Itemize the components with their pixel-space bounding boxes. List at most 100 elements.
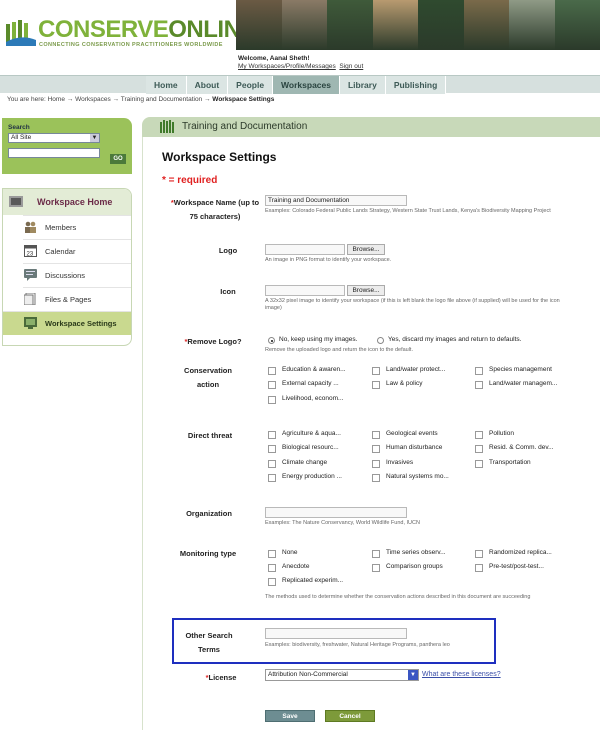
sidebar-item-discussions[interactable]: Discussions [23, 263, 131, 287]
nav-tab-people[interactable]: People [228, 76, 274, 94]
banner-photo [281, 0, 327, 50]
license-help-link[interactable]: What are these licenses? [422, 671, 501, 678]
header-photo-banner [236, 0, 600, 50]
nav-tab-home[interactable]: Home [146, 76, 187, 94]
cancel-button[interactable]: Cancel [325, 710, 375, 722]
direct-threat-label: Direct threat [187, 431, 233, 440]
logo-file-input[interactable] [265, 244, 345, 255]
nav-tab-library[interactable]: Library [339, 76, 386, 94]
conservation-action-checkbox[interactable] [268, 381, 276, 389]
monitoring-type-checkbox[interactable] [268, 564, 276, 572]
breadcrumb-home[interactable]: Home [48, 96, 65, 103]
main-nav: Home About People Workspaces Library Pub… [0, 75, 600, 94]
nav-tab-publishing[interactable]: Publishing [385, 76, 447, 94]
icon-browse-button[interactable]: Browse... [347, 285, 385, 296]
nav-tab-about[interactable]: About [186, 76, 229, 94]
direct-threat-option-label: Natural systems mo... [386, 473, 449, 480]
conservation-action-checkbox[interactable] [475, 381, 483, 389]
breadcrumb-training[interactable]: Training and Documentation [121, 96, 202, 103]
conservation-action-checkbox[interactable] [268, 396, 276, 404]
direct-threat-checkbox[interactable] [372, 431, 380, 439]
conservation-action-option-label: External capacity ... [282, 380, 339, 387]
license-select[interactable]: Attribution Non-Commercial ▼ [265, 669, 419, 681]
icon-file-input[interactable] [265, 285, 345, 296]
direct-threat-option-label: Human disturbance [386, 444, 443, 451]
remove-logo-yes-label: Yes, discard my images and return to def… [388, 336, 522, 343]
direct-threat-option-label: Transportation [489, 459, 531, 466]
direct-threat-checkbox[interactable] [475, 431, 483, 439]
save-button[interactable]: Save [265, 710, 315, 722]
monitoring-type-checkbox[interactable] [475, 564, 483, 572]
remove-logo-no-label: No, keep using my images. [279, 336, 358, 343]
nav-tab-workspaces[interactable]: Workspaces [273, 76, 340, 94]
workspace-name-hint: Examples: Colorado Federal Public Lands … [265, 208, 551, 214]
remove-logo-hint: Remove the uploaded logo and return the … [265, 347, 413, 353]
direct-threat-checkbox[interactable] [372, 460, 380, 468]
direct-threat-checkbox[interactable] [372, 474, 380, 482]
direct-threat-option-label: Agriculture & aqua... [282, 430, 341, 437]
site-logo[interactable]: CONSERVEONLINE [38, 16, 256, 44]
monitoring-type-option-label: Comparison groups [386, 563, 443, 570]
conservation-action-option-label: Land/water managem... [489, 380, 558, 387]
logo-label: Logo [218, 246, 238, 255]
other-search-terms-input[interactable] [265, 628, 407, 639]
remove-logo-no-radio[interactable] [268, 337, 275, 344]
direct-threat-checkbox[interactable] [268, 445, 276, 453]
logo-bars-icon [6, 20, 36, 46]
workspace-name-label: *Workspace Name (up to 75 characters) [170, 198, 260, 221]
monitoring-type-option-label: None [282, 549, 298, 556]
direct-threat-checkbox[interactable] [475, 460, 483, 468]
breadcrumb: You are here: Home → Workspaces → Traini… [7, 96, 275, 103]
logo-browse-button[interactable]: Browse... [347, 244, 385, 255]
page-title: Workspace Settings [162, 150, 277, 164]
direct-threat-checkbox[interactable] [372, 445, 380, 453]
breadcrumb-workspaces[interactable]: Workspaces [75, 96, 111, 103]
other-search-terms-label: Other Search Terms [185, 631, 233, 654]
members-icon [25, 221, 36, 233]
monitoring-type-option-label: Replicated experim... [282, 577, 344, 584]
search-input[interactable] [8, 148, 100, 158]
chevron-down-icon: ▼ [90, 134, 99, 142]
search-scope-select[interactable]: All Site ▼ [8, 133, 100, 143]
conservation-action-option-label: Species management [489, 366, 552, 373]
search-go-button[interactable]: GO [110, 154, 126, 164]
welcome-text: Welcome, Aanal Sheth! [238, 55, 310, 62]
sign-out-link[interactable]: Sign out [339, 63, 363, 70]
conservation-action-checkbox[interactable] [475, 367, 483, 375]
my-account-link[interactable]: My Workspaces/Profile/Messages [238, 63, 336, 70]
conservation-action-checkbox[interactable] [372, 367, 380, 375]
files-icon [24, 293, 36, 305]
banner-photo [372, 0, 418, 50]
banner-photo [236, 0, 282, 50]
direct-threat-checkbox[interactable] [268, 474, 276, 482]
direct-threat-checkbox[interactable] [475, 445, 483, 453]
logo-bars-icon [160, 120, 174, 133]
workspace-home-link[interactable]: Workspace Home [3, 189, 131, 215]
conservation-action-checkbox[interactable] [372, 381, 380, 389]
monitoring-type-checkbox[interactable] [268, 578, 276, 586]
banner-photo [463, 0, 509, 50]
banner-photo [509, 0, 555, 50]
sidebar-item-members[interactable]: Members [23, 215, 131, 239]
sidebar-item-files[interactable]: Files & Pages [23, 287, 131, 311]
welcome-block: Welcome, Aanal Sheth! My Workspaces/Prof… [238, 55, 363, 71]
direct-threat-checkbox[interactable] [268, 460, 276, 468]
conservation-action-option-label: Land/water protect... [386, 366, 446, 373]
monitoring-type-option-label: Pre-test/post-test... [489, 563, 544, 570]
banner-photo [327, 0, 373, 50]
monitoring-type-checkbox[interactable] [268, 550, 276, 558]
conservation-action-checkbox[interactable] [268, 367, 276, 375]
organization-input[interactable] [265, 507, 407, 518]
direct-threat-checkbox[interactable] [268, 431, 276, 439]
workspace-nav: Workspace Home Members 23 Calendar Discu… [2, 188, 132, 346]
workspace-name-input[interactable]: Training and Documentation [265, 195, 407, 206]
section-header: Training and Documentation [142, 117, 600, 137]
monitoring-type-checkbox[interactable] [475, 550, 483, 558]
sidebar-item-calendar[interactable]: 23 Calendar [23, 239, 131, 263]
sidebar-item-workspace-settings[interactable]: Workspace Settings [3, 311, 131, 335]
monitoring-type-checkbox[interactable] [372, 564, 380, 572]
monitoring-type-checkbox[interactable] [372, 550, 380, 558]
direct-threat-option-label: Biological resourc... [282, 444, 339, 451]
sidebar-search: Search All Site ▼ GO [2, 118, 132, 174]
remove-logo-yes-radio[interactable] [377, 337, 384, 344]
